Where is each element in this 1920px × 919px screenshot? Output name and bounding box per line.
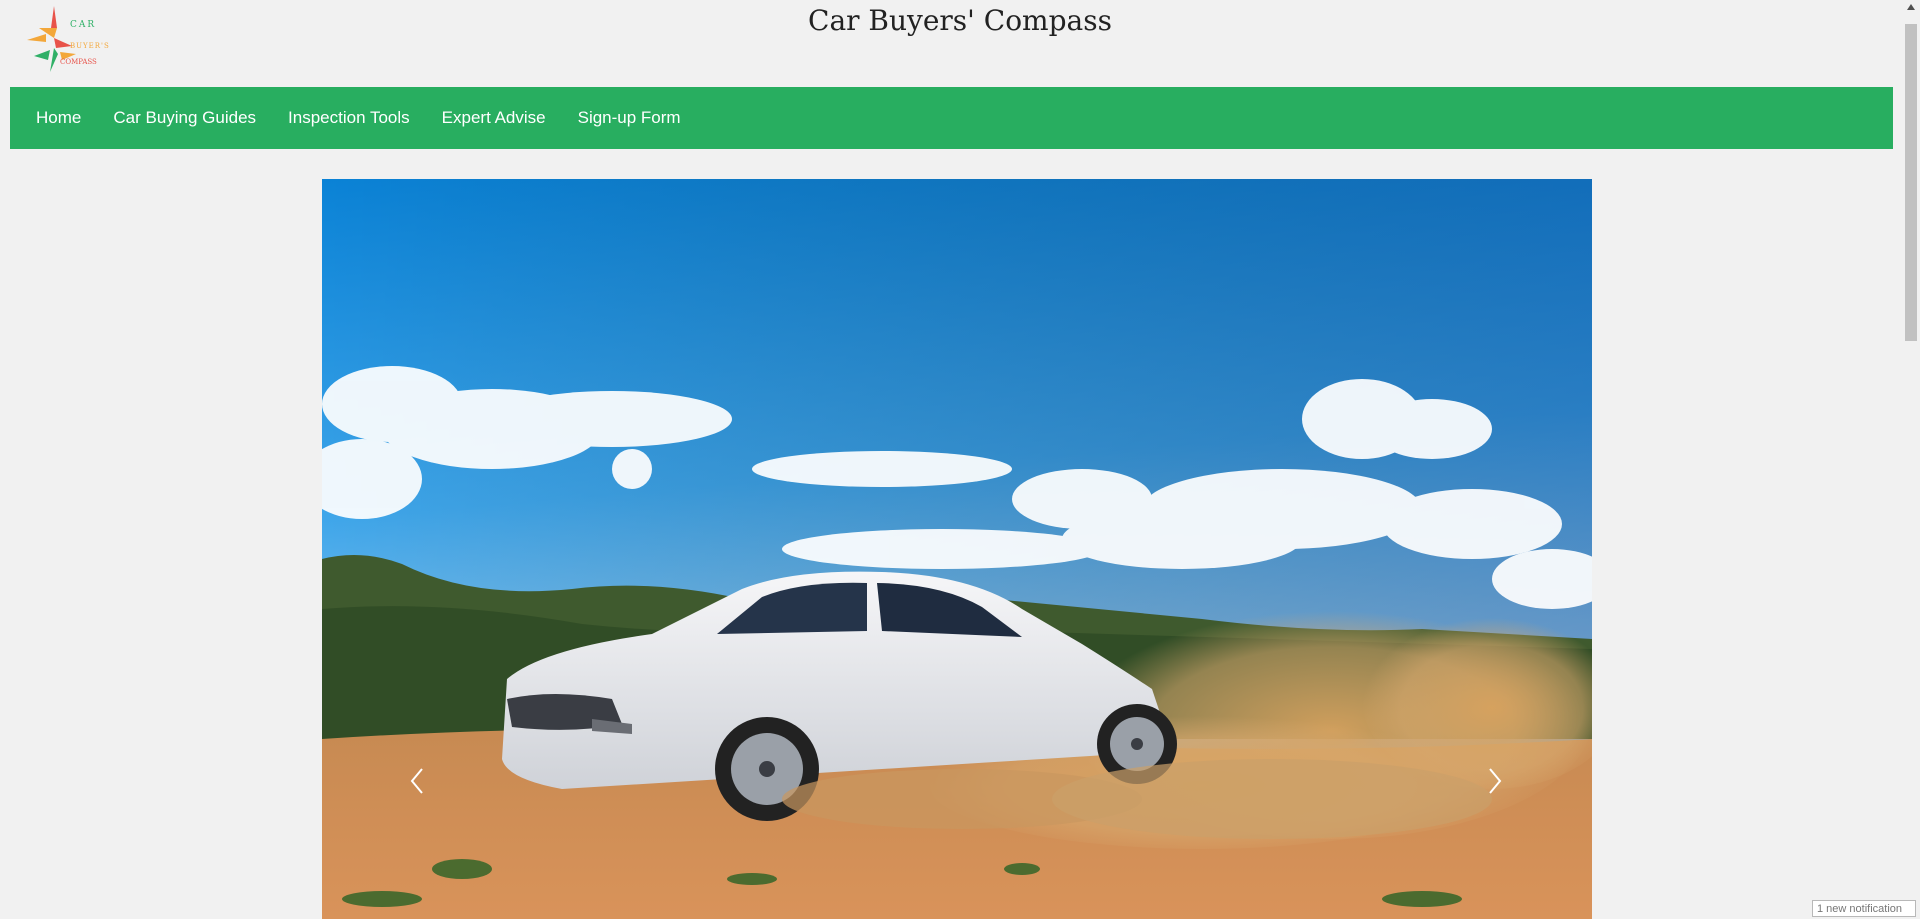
notification-badge[interactable]: 1 new notification (1812, 900, 1916, 917)
nav-item-expert-advise[interactable]: Expert Advise (426, 108, 562, 128)
chevron-left-icon (410, 768, 423, 794)
site-title: Car Buyers' Compass (808, 4, 1112, 37)
page: CAR BUYER'S COMPASS Car Buyers' Compass … (0, 0, 1920, 919)
carousel-prev-button[interactable] (400, 759, 440, 803)
carousel-next-button[interactable] (1472, 759, 1512, 803)
scrollbar-thumb[interactable] (1905, 24, 1917, 341)
nav-item-inspection-tools[interactable]: Inspection Tools (272, 108, 426, 128)
logo-text-line3: COMPASS (60, 58, 97, 66)
nav-item-car-buying-guides[interactable]: Car Buying Guides (97, 108, 272, 128)
scroll-up-arrow-icon[interactable] (1907, 4, 1915, 10)
nav-item-home[interactable]: Home (20, 108, 97, 128)
vertical-scrollbar[interactable] (1903, 0, 1920, 919)
carousel-slide-image (322, 179, 1592, 919)
nav-item-sign-up-form[interactable]: Sign-up Form (562, 108, 697, 128)
image-carousel (322, 179, 1592, 919)
chevron-right-icon (1489, 768, 1502, 794)
main-navbar: Home Car Buying Guides Inspection Tools … (10, 87, 1893, 149)
logo-text-line2: BUYER'S (70, 42, 110, 50)
nav-list: Home Car Buying Guides Inspection Tools … (10, 87, 1893, 149)
